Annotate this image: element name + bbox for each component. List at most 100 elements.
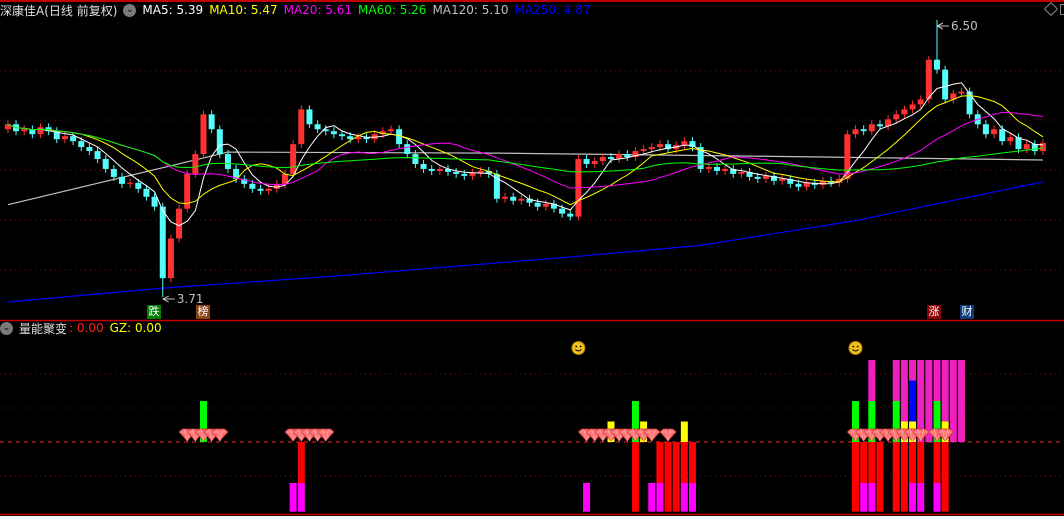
indicator-bar <box>583 483 591 512</box>
diamond-icon <box>211 428 229 442</box>
candle <box>860 125 867 136</box>
candle <box>469 168 476 180</box>
candle-body <box>656 144 663 148</box>
indicator-bar <box>664 442 672 512</box>
bar-segment <box>583 483 591 512</box>
signal-badge-wealth: 财 <box>960 305 974 319</box>
extreme-price-label: 3.71 <box>177 292 204 306</box>
candle <box>1031 140 1038 156</box>
candle <box>200 110 207 159</box>
candle-body <box>722 168 729 171</box>
candle <box>127 178 134 188</box>
candle-body <box>795 183 802 187</box>
diamond-shape <box>211 428 229 442</box>
stock-chart[interactable]: 6.50 3.71 <box>0 0 1064 516</box>
price-pointer-arrow <box>162 295 175 303</box>
bar-segment <box>664 442 672 512</box>
candle-body <box>420 163 427 169</box>
candle-body <box>567 213 574 217</box>
candle-body <box>893 114 900 120</box>
indicator-bar <box>656 442 664 512</box>
candle-body <box>1031 144 1038 152</box>
candle-body <box>591 161 598 164</box>
candle-body <box>1007 137 1014 142</box>
candle <box>184 169 191 213</box>
indicator-bar <box>876 442 884 512</box>
ma250-label: MA250: 4.87 <box>514 3 591 17</box>
chevron-down-icon[interactable]: ⌄ <box>123 3 137 17</box>
ma10-label: MA10: 5.47 <box>209 3 278 17</box>
indicator-panel-header: ⌄ 量能聚变 : 0.00 GZ: 0.00 <box>0 319 168 337</box>
candle-body <box>428 168 435 171</box>
candle <box>216 125 223 159</box>
indicator-bar <box>852 401 859 512</box>
indicator-bar <box>957 360 965 442</box>
smiley-eye <box>579 345 582 348</box>
bar-segment <box>917 442 925 483</box>
ma60-line <box>7 123 1044 173</box>
candle <box>925 55 932 104</box>
candle <box>1023 140 1030 154</box>
candle-body <box>453 171 460 174</box>
candle <box>420 160 427 173</box>
candle-body <box>681 141 688 146</box>
candle-body <box>942 69 949 100</box>
ma120-label: MA120: 5.10 <box>432 3 509 17</box>
candle-body <box>934 59 940 70</box>
candle-body <box>70 136 77 142</box>
candle-body <box>347 136 354 140</box>
candle-body <box>143 188 150 197</box>
extreme-price-label: 6.50 <box>951 19 978 33</box>
candle <box>176 204 183 243</box>
bar-segment <box>860 442 868 483</box>
candle <box>314 120 321 134</box>
candle-body <box>110 168 117 177</box>
candle <box>518 194 525 205</box>
bar-segment <box>892 360 900 401</box>
candle <box>94 147 101 163</box>
candle-body <box>852 129 859 135</box>
bar-segment <box>680 442 688 483</box>
candle <box>991 125 998 139</box>
candle <box>909 100 916 114</box>
smiley-face <box>848 341 863 355</box>
candle-body <box>257 188 264 191</box>
smiley-eye <box>575 345 578 348</box>
panel-icon[interactable] <box>1060 4 1064 15</box>
bar-segment <box>631 442 639 512</box>
candle <box>616 150 623 163</box>
smiley-face <box>571 341 586 355</box>
candle-body <box>314 124 321 130</box>
candle <box>632 147 639 162</box>
candle-body <box>705 166 712 169</box>
candle-body <box>982 124 989 135</box>
indicator-bar <box>289 483 297 512</box>
bar-segment <box>297 442 305 483</box>
candle-body <box>330 131 337 135</box>
bar-segment <box>297 483 305 512</box>
candle-body <box>200 114 207 155</box>
bar-segment <box>933 360 941 401</box>
indicator-bar <box>680 421 688 512</box>
stock-title: 深康佳A <box>0 3 45 18</box>
indicator-name: 量能聚变 <box>19 321 68 336</box>
candle-body <box>94 151 101 160</box>
candle <box>819 176 826 189</box>
candle-body <box>559 208 566 214</box>
candle <box>241 174 248 188</box>
bar-segment <box>868 360 876 401</box>
candle-body <box>436 168 443 171</box>
candle-body <box>167 238 174 279</box>
candle-body <box>1023 144 1030 150</box>
candle-body <box>461 173 468 176</box>
candle <box>934 20 940 74</box>
smiley-icon <box>848 341 863 355</box>
bar-segment <box>909 442 917 483</box>
bar-segment <box>957 360 965 442</box>
indicator-bar <box>672 442 680 512</box>
bar-segment <box>900 360 908 422</box>
candle <box>86 143 93 156</box>
candle-body <box>779 178 786 181</box>
candle <box>298 105 305 149</box>
chevron-down-icon[interactable]: ⌄ <box>0 321 13 335</box>
